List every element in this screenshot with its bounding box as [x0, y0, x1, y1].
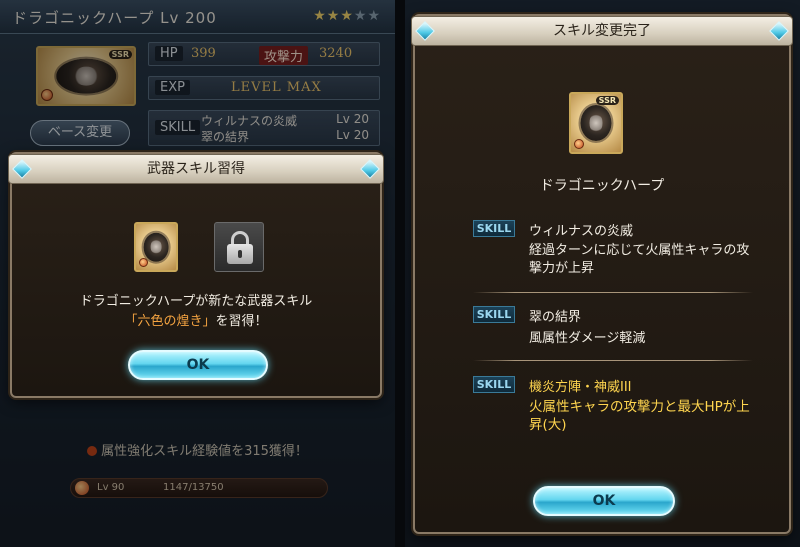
fire-element-icon	[574, 139, 584, 149]
skill-name: 翠の結界	[529, 310, 582, 325]
skill-tag: SKILL	[473, 220, 515, 237]
panel-divider	[395, 0, 405, 547]
dialog-title: 武器スキル習得	[147, 161, 245, 177]
acquire-message-line1: ドラゴニックハープが新たな武器スキル	[79, 294, 313, 309]
acquire-message-line2: 「六色の煌き」を習得！	[12, 312, 380, 332]
skill-tag: SKILL	[473, 306, 515, 323]
skill-tag: SKILL	[473, 376, 515, 393]
skill-entry: SKILL 機炎方陣・神威III 火属性キャラの攻撃力と最大HPが上昇(大)	[473, 376, 763, 440]
skill-acquired-dialog: 武器スキル習得 ドラゴニックハープが新たな武器スキル 「六色の煌き」を習得！ O…	[8, 152, 384, 398]
new-skill-name: 「六色の煌き」	[124, 314, 216, 329]
skill-change-complete-dialog: スキル変更完了 SSR ドラゴニックハープ SKILL ウィルナスの炎威 経過タ…	[411, 14, 793, 534]
crystal-ornament-icon	[12, 159, 32, 179]
lock-icon	[214, 222, 264, 272]
crystal-ornament-icon	[360, 159, 380, 179]
dialog-title-bar: スキル変更完了	[411, 16, 793, 46]
crystal-ornament-icon	[769, 21, 789, 41]
ok-button[interactable]: OK	[533, 486, 675, 516]
skill-description: 火属性キャラの攻撃力と最大HPが上昇(大)	[529, 399, 750, 433]
acquire-message-suffix: を習得！	[215, 314, 268, 329]
divider-line	[473, 360, 753, 361]
weapon-icon	[134, 222, 178, 272]
divider-line	[473, 292, 753, 293]
dialog-title: スキル変更完了	[553, 23, 651, 39]
skill-description: 経過ターンに応じて火属性キャラの攻撃力が上昇	[529, 243, 750, 276]
left-panel: ドラゴニックハープ Lv 200 ★★★★★ SSR HP 399 攻撃力 32…	[0, 0, 395, 547]
skill-name: 機炎方陣・神威III	[529, 380, 632, 395]
acquire-message: ドラゴニックハープが新たな武器スキル 「六色の煌き」を習得！	[12, 292, 380, 332]
skill-name: ウィルナスの炎威	[529, 224, 634, 239]
weapon-emblem-icon	[143, 232, 169, 262]
weapon-icon: SSR	[569, 92, 623, 154]
skill-entry: SKILL 翠の結界 風属性ダメージ軽減	[473, 306, 763, 352]
weapon-name: ドラゴニックハープ	[539, 178, 665, 194]
right-panel: スキル変更完了 SSR ドラゴニックハープ SKILL ウィルナスの炎威 経過タ…	[405, 0, 800, 547]
weapon-emblem-icon	[580, 105, 612, 141]
skill-description: 風属性ダメージ軽減	[529, 331, 646, 346]
crystal-ornament-icon	[415, 21, 435, 41]
dialog-title-bar: 武器スキル習得	[8, 154, 384, 184]
ok-button[interactable]: OK	[128, 350, 268, 380]
fire-element-icon	[139, 258, 148, 267]
ssr-badge: SSR	[595, 96, 619, 105]
skill-entry: SKILL ウィルナスの炎威 経過ターンに応じて火属性キャラの攻撃力が上昇	[473, 220, 763, 280]
